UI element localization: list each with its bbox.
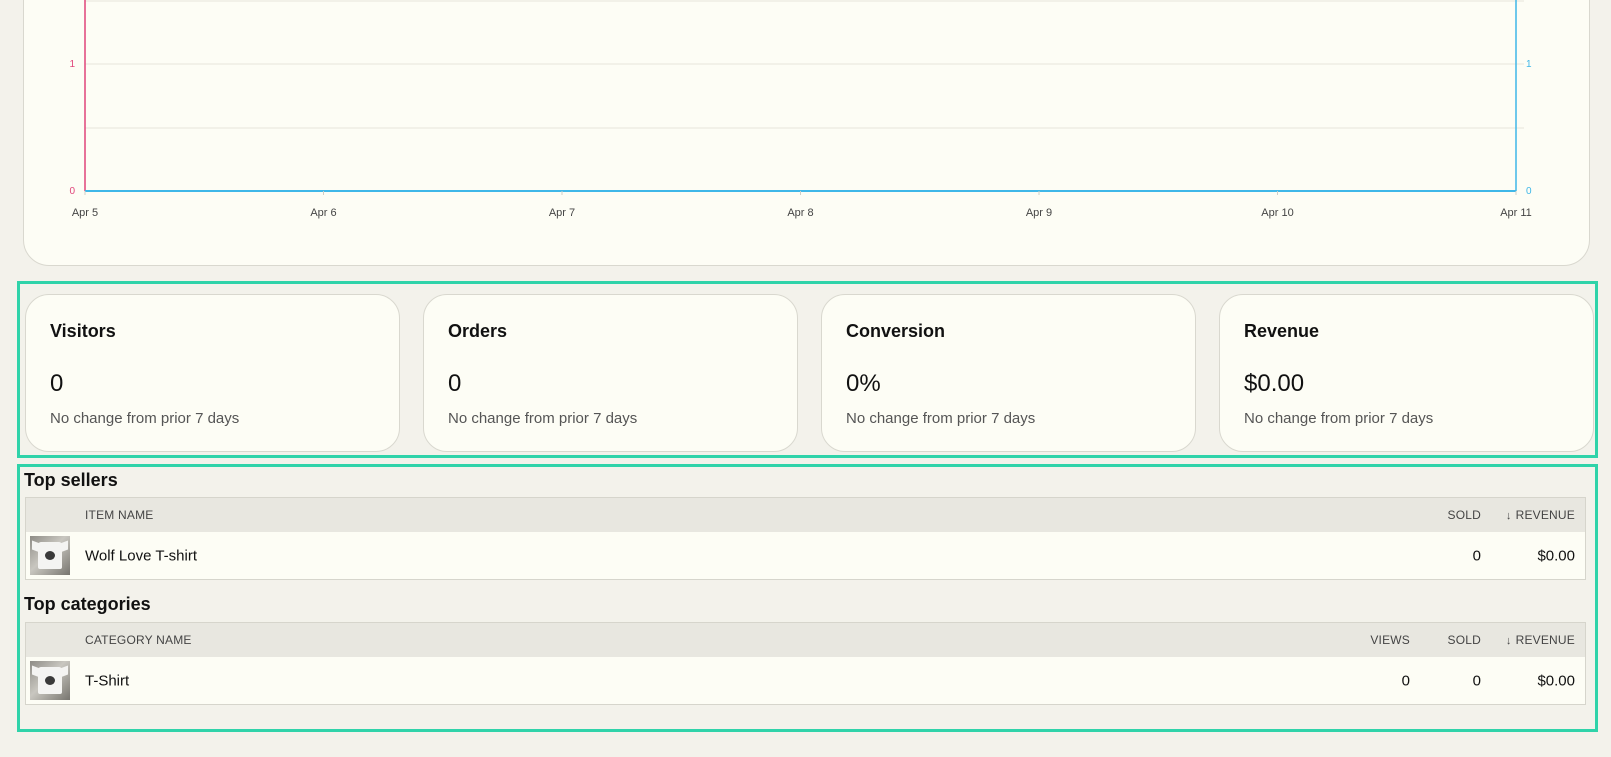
stat-change: No change from prior 7 days: [50, 410, 240, 427]
stat-value: $0.00: [1244, 370, 1305, 397]
stat-card-revenue: Revenue $0.00 No change from prior 7 day…: [1219, 294, 1594, 452]
stat-value: 0%: [846, 370, 881, 397]
x-tick-label: Apr 6: [310, 207, 336, 219]
col-item-name[interactable]: ITEM NAME: [85, 508, 153, 522]
top-sellers-heading: Top sellers: [24, 470, 118, 490]
category-views: 0: [1401, 672, 1410, 689]
table-row[interactable]: T-Shirt 0 0 $0.00: [26, 657, 1585, 704]
col-revenue[interactable]: ↓ REVENUE: [1506, 633, 1575, 647]
col-views[interactable]: VIEWS: [1370, 633, 1410, 647]
x-axis-ticks: Apr 5 Apr 6 Apr 7 Apr 8 Apr 9 Apr 10 Apr 11: [72, 191, 1532, 219]
col-category-name[interactable]: CATEGORY NAME: [85, 633, 192, 647]
col-sold[interactable]: SOLD: [1448, 508, 1481, 522]
arrow-down-icon: ↓: [1505, 510, 1512, 522]
table-header: ITEM NAME SOLD ↓ REVENUE: [26, 498, 1585, 532]
stat-title: Revenue: [1244, 321, 1320, 341]
stat-value: 0: [448, 370, 462, 397]
trend-chart: Apr 5 Apr 6 Apr 7 Apr 8 Apr 9 Apr 10 Apr 11 0 1…: [69, 0, 1532, 219]
chart-axes: [84, 0, 1517, 191]
chart-grid: [85, 0, 1524, 129]
item-sold: 0: [1472, 547, 1481, 564]
y-right-tick-label: 0: [1526, 186, 1532, 197]
stat-card-conversion: Conversion 0% No change from prior 7 day…: [821, 294, 1196, 452]
col-revenue-label: REVENUE: [1515, 508, 1575, 522]
category-sold: 0: [1472, 672, 1481, 689]
stat-title: Visitors: [50, 321, 116, 341]
stat-change: No change from prior 7 days: [1244, 410, 1434, 427]
x-tick-label: Apr 8: [787, 207, 813, 219]
stat-value: 0: [50, 370, 64, 397]
stats-section: Visitors 0 No change from prior 7 days O…: [17, 281, 1598, 458]
stat-card-orders: Orders 0 No change from prior 7 days: [423, 294, 798, 452]
item-name[interactable]: Wolf Love T-shirt: [85, 547, 197, 564]
x-tick-label: Apr 10: [1261, 207, 1293, 219]
category-revenue: $0.00: [1537, 672, 1575, 689]
col-revenue-label: REVENUE: [1515, 633, 1575, 647]
stat-card-visitors: Visitors 0 No change from prior 7 days: [25, 294, 400, 452]
table-row[interactable]: Wolf Love T-shirt 0 $0.00: [26, 532, 1585, 579]
stat-title: Orders: [448, 321, 508, 341]
category-thumbnail: [30, 661, 70, 700]
arrow-down-icon: ↓: [1505, 635, 1512, 647]
table-header: CATEGORY NAME VIEWS SOLD ↓ REVENUE: [26, 623, 1585, 657]
top-categories-table: CATEGORY NAME VIEWS SOLD ↓ REVENUE T-Shir…: [25, 622, 1586, 705]
y-left-tick-label: 1: [69, 59, 75, 70]
y-right-tick-label: 1: [1526, 59, 1532, 70]
top-categories-heading: Top categories: [24, 594, 151, 614]
category-name[interactable]: T-Shirt: [85, 672, 129, 689]
x-tick-label: Apr 9: [1026, 207, 1052, 219]
stat-change: No change from prior 7 days: [846, 410, 1036, 427]
x-tick-label: Apr 5: [72, 207, 98, 219]
stat-change: No change from prior 7 days: [448, 410, 638, 427]
stat-title: Conversion: [846, 321, 946, 341]
col-revenue[interactable]: ↓ REVENUE: [1506, 508, 1575, 522]
y-left-tick-label: 0: [69, 186, 75, 197]
top-sellers-table: ITEM NAME SOLD ↓ REVENUE Wolf Love T-shir…: [25, 497, 1586, 580]
product-thumbnail: [30, 536, 70, 575]
x-tick-label: Apr 11: [1500, 207, 1532, 219]
item-revenue: $0.00: [1537, 547, 1575, 564]
top-lists-section: Top sellers ITEM NAME SOLD ↓ REVENUE Wolf…: [17, 464, 1598, 732]
x-tick-label: Apr 7: [549, 207, 575, 219]
col-sold[interactable]: SOLD: [1448, 633, 1481, 647]
